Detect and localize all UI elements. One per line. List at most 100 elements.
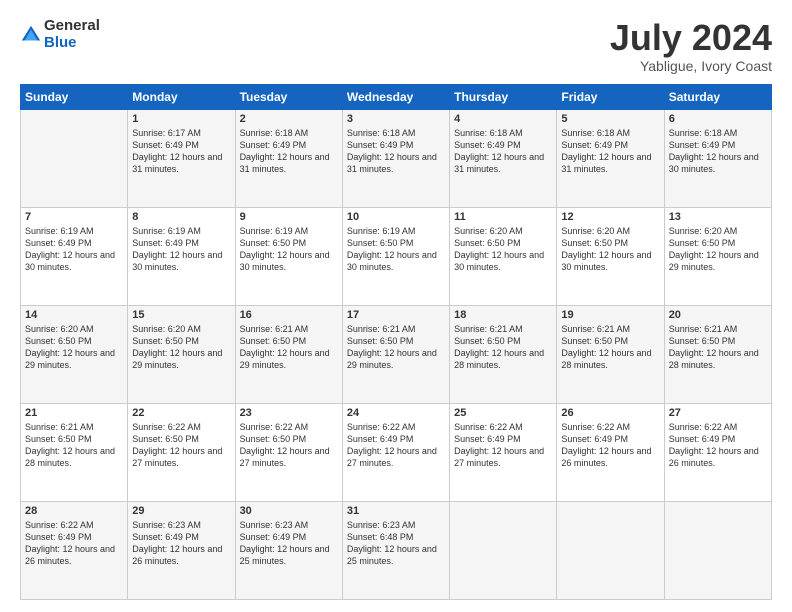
- day-number: 17: [347, 309, 445, 321]
- location: Yabligue, Ivory Coast: [610, 58, 772, 74]
- day-number: 12: [561, 211, 659, 223]
- calendar-header-row: SundayMondayTuesdayWednesdayThursdayFrid…: [21, 84, 772, 109]
- month-title: July 2024: [610, 18, 772, 58]
- header: General Blue July 2024 Yabligue, Ivory C…: [20, 18, 772, 74]
- day-number: 25: [454, 407, 552, 419]
- day-info: Sunrise: 6:22 AM Sunset: 6:49 PM Dayligh…: [669, 421, 767, 470]
- day-info: Sunrise: 6:21 AM Sunset: 6:50 PM Dayligh…: [240, 323, 338, 372]
- day-info: Sunrise: 6:21 AM Sunset: 6:50 PM Dayligh…: [25, 421, 123, 470]
- calendar-cell: 14 Sunrise: 6:20 AM Sunset: 6:50 PM Dayli…: [21, 305, 128, 403]
- calendar-cell: [664, 501, 771, 599]
- calendar-cell: 4 Sunrise: 6:18 AM Sunset: 6:49 PM Daylig…: [450, 109, 557, 207]
- logo-icon: [20, 24, 42, 46]
- calendar-header-tuesday: Tuesday: [235, 84, 342, 109]
- calendar-cell: 24Sunrise: 6:22 AM Sunset: 6:49 PM Dayli…: [342, 403, 449, 501]
- calendar-cell: 19 Sunrise: 6:21 AM Sunset: 6:50 PM Dayli…: [557, 305, 664, 403]
- calendar-cell: 30 Sunrise: 6:23 AM Sunset: 6:49 PM Dayli…: [235, 501, 342, 599]
- logo-text: General Blue: [44, 18, 100, 51]
- day-number: 24: [347, 407, 445, 419]
- calendar-cell: 28 Sunrise: 6:22 AM Sunset: 6:49 PM Dayli…: [21, 501, 128, 599]
- calendar-week-3: 14 Sunrise: 6:20 AM Sunset: 6:50 PM Dayli…: [21, 305, 772, 403]
- calendar-cell: 25 Sunrise: 6:22 AM Sunset: 6:49 PM Dayli…: [450, 403, 557, 501]
- logo: General Blue: [20, 18, 100, 51]
- day-info: Sunrise: 6:22 AM Sunset: 6:49 PM Dayligh…: [454, 421, 552, 470]
- day-info: Sunrise: 6:19 AM Sunset: 6:49 PM Dayligh…: [25, 225, 123, 274]
- day-info: Sunrise: 6:22 AM Sunset: 6:49 PM Dayligh…: [25, 519, 123, 568]
- day-info: Sunrise: 6:21 AM Sunset: 6:50 PM Dayligh…: [561, 323, 659, 372]
- calendar-week-4: 21 Sunrise: 6:21 AM Sunset: 6:50 PM Dayli…: [21, 403, 772, 501]
- calendar-cell: 22 Sunrise: 6:22 AM Sunset: 6:50 PM Dayli…: [128, 403, 235, 501]
- logo-general-text: General: [44, 17, 100, 34]
- page: General Blue July 2024 Yabligue, Ivory C…: [0, 0, 792, 612]
- day-number: 9: [240, 211, 338, 223]
- day-number: 13: [669, 211, 767, 223]
- day-number: 4: [454, 113, 552, 125]
- day-info: Sunrise: 6:21 AM Sunset: 6:50 PM Dayligh…: [347, 323, 445, 372]
- calendar-header-saturday: Saturday: [664, 84, 771, 109]
- calendar-cell: 21 Sunrise: 6:21 AM Sunset: 6:50 PM Dayli…: [21, 403, 128, 501]
- day-number: 28: [25, 505, 123, 517]
- calendar-week-1: 1Sunrise: 6:17 AM Sunset: 6:49 PM Daylig…: [21, 109, 772, 207]
- day-number: 27: [669, 407, 767, 419]
- day-number: 6: [669, 113, 767, 125]
- day-number: 10: [347, 211, 445, 223]
- calendar-cell: 8 Sunrise: 6:19 AM Sunset: 6:49 PM Daylig…: [128, 207, 235, 305]
- day-info: Sunrise: 6:20 AM Sunset: 6:50 PM Dayligh…: [25, 323, 123, 372]
- calendar-cell: 6Sunrise: 6:18 AM Sunset: 6:49 PM Daylig…: [664, 109, 771, 207]
- calendar-cell: 13 Sunrise: 6:20 AM Sunset: 6:50 PM Dayli…: [664, 207, 771, 305]
- calendar-cell: 10 Sunrise: 6:19 AM Sunset: 6:50 PM Dayli…: [342, 207, 449, 305]
- day-info: Sunrise: 6:19 AM Sunset: 6:50 PM Dayligh…: [347, 225, 445, 274]
- day-info: Sunrise: 6:21 AM Sunset: 6:50 PM Dayligh…: [669, 323, 767, 372]
- day-info: Sunrise: 6:18 AM Sunset: 6:49 PM Dayligh…: [454, 127, 552, 176]
- day-number: 23: [240, 407, 338, 419]
- day-number: 18: [454, 309, 552, 321]
- day-info: Sunrise: 6:21 AM Sunset: 6:50 PM Dayligh…: [454, 323, 552, 372]
- calendar-cell: 29Sunrise: 6:23 AM Sunset: 6:49 PM Dayli…: [128, 501, 235, 599]
- calendar-week-2: 7 Sunrise: 6:19 AM Sunset: 6:49 PM Daylig…: [21, 207, 772, 305]
- calendar-cell: [557, 501, 664, 599]
- calendar-cell: 15Sunrise: 6:20 AM Sunset: 6:50 PM Dayli…: [128, 305, 235, 403]
- calendar-cell: 2Sunrise: 6:18 AM Sunset: 6:49 PM Daylig…: [235, 109, 342, 207]
- day-info: Sunrise: 6:18 AM Sunset: 6:49 PM Dayligh…: [561, 127, 659, 176]
- calendar-cell: 3Sunrise: 6:18 AM Sunset: 6:49 PM Daylig…: [342, 109, 449, 207]
- day-info: Sunrise: 6:23 AM Sunset: 6:49 PM Dayligh…: [240, 519, 338, 568]
- calendar-cell: 7 Sunrise: 6:19 AM Sunset: 6:49 PM Daylig…: [21, 207, 128, 305]
- calendar-cell: 11Sunrise: 6:20 AM Sunset: 6:50 PM Dayli…: [450, 207, 557, 305]
- day-info: Sunrise: 6:20 AM Sunset: 6:50 PM Dayligh…: [669, 225, 767, 274]
- calendar-cell: 1Sunrise: 6:17 AM Sunset: 6:49 PM Daylig…: [128, 109, 235, 207]
- day-info: Sunrise: 6:23 AM Sunset: 6:49 PM Dayligh…: [132, 519, 230, 568]
- day-number: 20: [669, 309, 767, 321]
- day-number: 1: [132, 113, 230, 125]
- title-block: July 2024 Yabligue, Ivory Coast: [610, 18, 772, 74]
- calendar-cell: 12Sunrise: 6:20 AM Sunset: 6:50 PM Dayli…: [557, 207, 664, 305]
- calendar-header-monday: Monday: [128, 84, 235, 109]
- calendar-cell: 20 Sunrise: 6:21 AM Sunset: 6:50 PM Dayli…: [664, 305, 771, 403]
- day-number: 26: [561, 407, 659, 419]
- day-number: 30: [240, 505, 338, 517]
- day-info: Sunrise: 6:22 AM Sunset: 6:50 PM Dayligh…: [132, 421, 230, 470]
- calendar-cell: 27 Sunrise: 6:22 AM Sunset: 6:49 PM Dayli…: [664, 403, 771, 501]
- calendar-cell: 18 Sunrise: 6:21 AM Sunset: 6:50 PM Dayli…: [450, 305, 557, 403]
- day-number: 31: [347, 505, 445, 517]
- day-info: Sunrise: 6:18 AM Sunset: 6:49 PM Dayligh…: [240, 127, 338, 176]
- day-number: 11: [454, 211, 552, 223]
- day-number: 14: [25, 309, 123, 321]
- day-info: Sunrise: 6:22 AM Sunset: 6:50 PM Dayligh…: [240, 421, 338, 470]
- day-info: Sunrise: 6:19 AM Sunset: 6:50 PM Dayligh…: [240, 225, 338, 274]
- day-info: Sunrise: 6:18 AM Sunset: 6:49 PM Dayligh…: [347, 127, 445, 176]
- day-info: Sunrise: 6:19 AM Sunset: 6:49 PM Dayligh…: [132, 225, 230, 274]
- calendar-cell: [450, 501, 557, 599]
- day-number: 21: [25, 407, 123, 419]
- calendar-cell: 26Sunrise: 6:22 AM Sunset: 6:49 PM Dayli…: [557, 403, 664, 501]
- calendar-cell: 31 Sunrise: 6:23 AM Sunset: 6:48 PM Dayli…: [342, 501, 449, 599]
- day-number: 8: [132, 211, 230, 223]
- day-number: 7: [25, 211, 123, 223]
- day-number: 22: [132, 407, 230, 419]
- logo-blue-text: Blue: [44, 34, 77, 51]
- calendar-table: SundayMondayTuesdayWednesdayThursdayFrid…: [20, 84, 772, 600]
- calendar-header-friday: Friday: [557, 84, 664, 109]
- day-number: 19: [561, 309, 659, 321]
- calendar-cell: 17 Sunrise: 6:21 AM Sunset: 6:50 PM Dayli…: [342, 305, 449, 403]
- calendar-week-5: 28 Sunrise: 6:22 AM Sunset: 6:49 PM Dayli…: [21, 501, 772, 599]
- day-info: Sunrise: 6:23 AM Sunset: 6:48 PM Dayligh…: [347, 519, 445, 568]
